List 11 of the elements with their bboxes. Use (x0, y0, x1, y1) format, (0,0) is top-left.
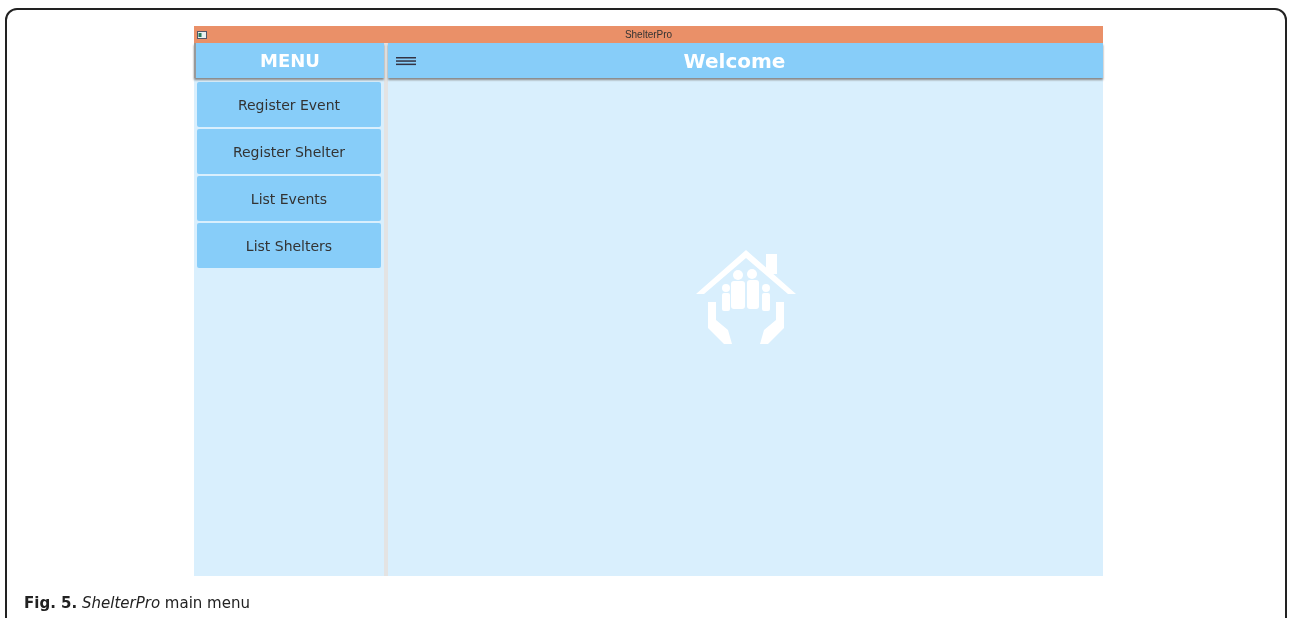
menu-item[interactable]: Register Event (197, 82, 381, 127)
menu-item[interactable]: Register Shelter (197, 129, 381, 174)
menu-icon[interactable] (396, 55, 416, 66)
menu-item[interactable]: List Events (197, 176, 381, 221)
figure-caption: Fig. 5. ShelterPro main menu (24, 594, 251, 612)
menu-header: MENU (194, 43, 384, 78)
house-family-icon (695, 250, 796, 344)
window-title: ShelterPro (623, 29, 674, 40)
app-icon (197, 30, 207, 39)
page-title: Welcome (682, 48, 787, 73)
menu-item[interactable]: List Shelters (197, 223, 381, 268)
